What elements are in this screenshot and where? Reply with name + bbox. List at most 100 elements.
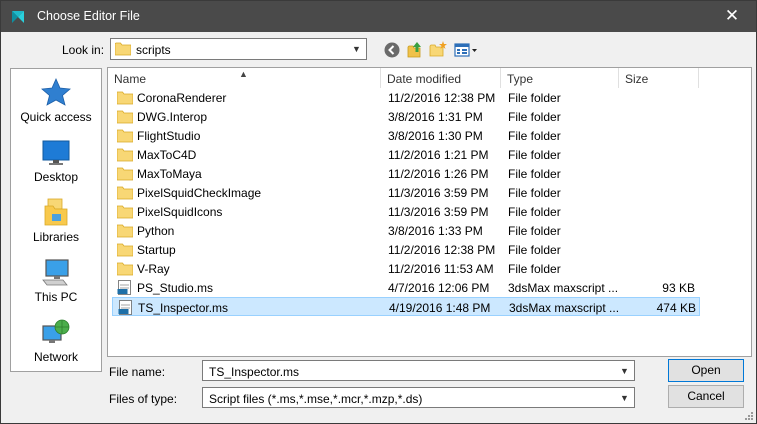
folder-icon: [117, 129, 133, 143]
file-name: CoronaRenderer: [137, 91, 227, 105]
file-type-label: Files of type:: [109, 392, 178, 406]
folder-icon: [117, 205, 133, 219]
file-name: PixelSquidCheckImage: [137, 186, 262, 200]
place-label: Desktop: [33, 170, 79, 184]
back-button[interactable]: [382, 40, 402, 60]
file-type-select[interactable]: Script files (*.ms,*.mse,*.mcr,*.mzp,*.d…: [202, 387, 635, 408]
choose-editor-file-dialog: Choose Editor File ✕ Look in: scripts ▼: [0, 0, 757, 424]
file-type: File folder: [508, 186, 561, 200]
resize-grip-icon[interactable]: [743, 410, 753, 420]
file-type: File folder: [508, 243, 561, 257]
file-type: File folder: [508, 167, 561, 181]
places-bar: Quick access Desktop Libraries This PC N…: [10, 68, 102, 372]
file-date: 11/2/2016 1:26 PM: [388, 167, 489, 181]
file-size: 93 KB: [662, 281, 695, 295]
file-name: PS_Studio.ms: [137, 281, 214, 295]
close-icon: ✕: [724, 6, 740, 25]
file-row[interactable]: TS_Inspector.ms 4/19/2016 1:48 PM 3dsMax m…: [112, 297, 700, 316]
folder-icon: [117, 148, 133, 162]
file-date: 11/2/2016 12:38 PM: [388, 91, 496, 105]
folder-icon: [117, 243, 133, 257]
sort-ascending-icon: ▲: [239, 69, 248, 79]
file-type: File folder: [508, 205, 561, 219]
chevron-down-icon[interactable]: ▼: [348, 40, 365, 58]
look-in-value: scripts: [136, 43, 171, 57]
look-in-label: Look in:: [62, 43, 105, 57]
libraries-icon: [44, 198, 68, 226]
file-size: 474 KB: [656, 301, 696, 315]
file-row[interactable]: MaxToMaya 11/2/2016 1:26 PM File folder: [112, 164, 700, 183]
file-date: 11/2/2016 11:53 AM: [388, 262, 494, 276]
new-folder-icon: [429, 41, 447, 57]
file-row[interactable]: DWG.Interop 3/8/2016 1:31 PM File folder: [112, 107, 700, 126]
file-type-value: Script files (*.ms,*.mse,*.mcr,*.mzp,*.d…: [209, 392, 423, 406]
maxscript-file-icon: [118, 300, 132, 315]
column-header-size[interactable]: Size: [619, 68, 699, 88]
3dsmax-app-icon: [12, 11, 24, 23]
file-date: 3/8/2016 1:31 PM: [388, 110, 483, 124]
file-name-input[interactable]: TS_Inspector.ms ▼: [202, 360, 635, 381]
open-button[interactable]: Open: [668, 359, 744, 382]
file-row[interactable]: PS_Studio.ms 4/7/2016 12:06 PM 3dsMax maxs…: [112, 278, 700, 297]
file-date: 11/2/2016 1:21 PM: [388, 148, 489, 162]
place-network[interactable]: Network: [11, 317, 101, 364]
folder-icon: [117, 110, 133, 124]
star-icon: [41, 78, 71, 106]
folder-icon: [115, 42, 131, 56]
close-button[interactable]: ✕: [714, 3, 750, 29]
place-desktop[interactable]: Desktop: [11, 137, 101, 184]
network-icon: [42, 319, 70, 343]
desktop-icon: [42, 140, 70, 165]
place-label: This PC: [34, 290, 78, 304]
back-icon: [384, 42, 400, 58]
file-row[interactable]: PixelSquidCheckImage 11/3/2016 3:59 PM Fil…: [112, 183, 700, 202]
up-folder-button[interactable]: [405, 40, 425, 60]
look-in-combobox[interactable]: scripts ▼: [110, 38, 367, 60]
window-title: Choose Editor File: [37, 9, 140, 23]
file-type: File folder: [508, 224, 561, 238]
file-date: 11/3/2016 3:59 PM: [388, 186, 489, 200]
file-date: 4/19/2016 1:48 PM: [389, 301, 491, 315]
file-name: MaxToC4D: [137, 148, 197, 162]
title-bar[interactable]: Choose Editor File ✕: [1, 1, 756, 32]
file-row[interactable]: FlightStudio 3/8/2016 1:30 PM File folder: [112, 126, 700, 145]
folder-icon: [117, 186, 133, 200]
place-this-pc[interactable]: This PC: [11, 257, 101, 304]
column-header-date[interactable]: Date modified: [381, 68, 501, 88]
file-row[interactable]: MaxToC4D 11/2/2016 1:21 PM File folder: [112, 145, 700, 164]
file-name: MaxToMaya: [137, 167, 202, 181]
file-type: File folder: [508, 110, 561, 124]
file-name: Python: [137, 224, 175, 238]
column-header-type[interactable]: Type: [501, 68, 619, 88]
maxscript-file-icon: [117, 280, 131, 295]
column-header-name[interactable]: ▲ Name: [108, 68, 381, 88]
file-type: File folder: [508, 129, 561, 143]
chevron-down-icon[interactable]: ▼: [616, 362, 633, 380]
file-row[interactable]: Startup 11/2/2016 12:38 PM File folder: [112, 240, 700, 259]
folder-icon: [117, 91, 133, 105]
file-date: 4/7/2016 12:06 PM: [388, 281, 490, 295]
file-row[interactable]: CoronaRenderer 11/2/2016 12:38 PM File fol…: [112, 88, 700, 107]
file-type: File folder: [508, 148, 561, 162]
computer-icon: [42, 259, 69, 286]
view-menu-button[interactable]: [453, 40, 479, 60]
file-row[interactable]: V-Ray 11/2/2016 11:53 AM File folder: [112, 259, 700, 278]
file-row[interactable]: Python 3/8/2016 1:33 PM File folder: [112, 221, 700, 240]
file-row[interactable]: PixelSquidIcons 11/3/2016 3:59 PM File fol…: [112, 202, 700, 221]
folder-icon: [117, 224, 133, 238]
file-list: ▲ Name Date modified Type Size CoronaRen…: [107, 67, 752, 357]
file-date: 11/3/2016 3:59 PM: [388, 205, 489, 219]
file-name: PixelSquidIcons: [137, 205, 223, 219]
new-folder-button[interactable]: [428, 40, 448, 60]
file-type: File folder: [508, 91, 561, 105]
cancel-button[interactable]: Cancel: [668, 385, 744, 408]
file-date: 3/8/2016 1:33 PM: [388, 224, 483, 238]
chevron-down-icon[interactable]: ▼: [616, 389, 633, 407]
view-menu-icon: [454, 43, 477, 57]
file-name: Startup: [137, 243, 176, 257]
file-type: File folder: [508, 262, 561, 276]
folder-icon: [117, 262, 133, 276]
file-name-value: TS_Inspector.ms: [209, 365, 300, 379]
place-libraries[interactable]: Libraries: [11, 197, 101, 244]
place-quick-access[interactable]: Quick access: [11, 77, 101, 124]
